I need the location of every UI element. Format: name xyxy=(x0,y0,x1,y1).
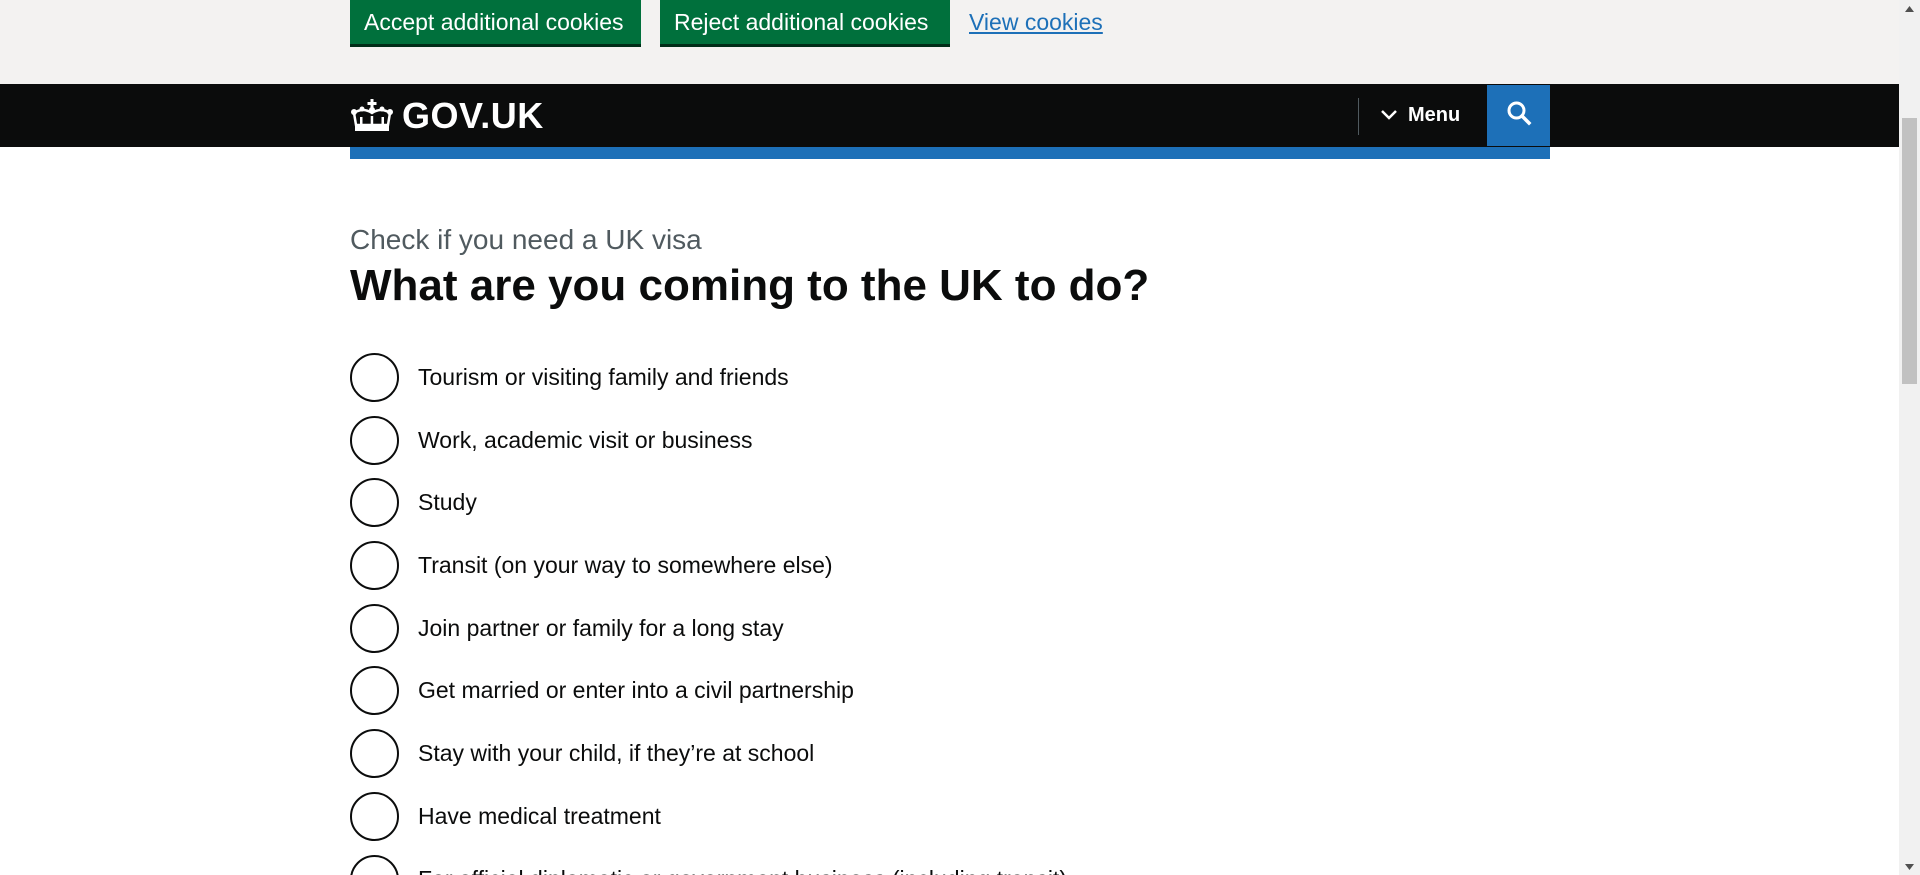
radio-button[interactable] xyxy=(350,478,399,528)
radio-button[interactable] xyxy=(350,353,399,402)
radio-button[interactable] xyxy=(350,603,399,653)
radio-label[interactable]: Transit (on your way to somewhere else) xyxy=(418,541,833,590)
reject-cookies-button[interactable]: Reject additional cookies xyxy=(660,0,950,44)
radio-label[interactable]: Join partner or family for a long stay xyxy=(418,604,784,653)
radio-label[interactable]: For official diplomatic or government bu… xyxy=(418,855,1067,875)
header-blue-bar xyxy=(350,147,1550,159)
radio-button[interactable] xyxy=(350,541,399,591)
radio-option[interactable]: Transit (on your way to somewhere else) xyxy=(350,541,1067,604)
radio-label[interactable]: Get married or enter into a civil partne… xyxy=(418,666,854,715)
search-icon xyxy=(1506,100,1532,131)
radio-button[interactable] xyxy=(350,854,399,875)
radio-option[interactable]: Join partner or family for a long stay xyxy=(350,603,1067,667)
radio-option[interactable]: Tourism or visiting family and friends xyxy=(350,353,1067,416)
scrollbar-thumb[interactable] xyxy=(1902,118,1917,384)
view-cookies-link[interactable]: View cookies xyxy=(969,0,1103,44)
page-caption: Check if you need a UK visa xyxy=(350,224,702,255)
menu-divider xyxy=(1358,98,1359,135)
purpose-radio-group: Tourism or visiting family and friends W… xyxy=(350,353,1067,875)
radio-button[interactable] xyxy=(350,729,399,779)
radio-option[interactable]: For official diplomatic or government bu… xyxy=(350,854,1067,875)
govuk-logo-link[interactable]: GOV.UK xyxy=(350,96,544,136)
scroll-up-arrow-icon[interactable] xyxy=(1899,0,1920,17)
radio-button[interactable] xyxy=(350,415,399,465)
radio-option[interactable]: Work, academic visit or business xyxy=(350,415,1067,479)
page: Accept additional cookies Reject additio… xyxy=(0,0,1920,875)
radio-option[interactable]: Stay with your child, if they’re at scho… xyxy=(350,729,1067,792)
search-button[interactable] xyxy=(1487,85,1550,146)
chevron-down-icon xyxy=(1380,104,1408,127)
scroll-down-arrow-icon[interactable] xyxy=(1899,858,1920,875)
radio-button[interactable] xyxy=(350,666,399,716)
menu-button[interactable]: Menu xyxy=(1380,84,1460,147)
cookie-banner: Accept additional cookies Reject additio… xyxy=(0,0,1899,84)
menu-label: Menu xyxy=(1408,104,1461,126)
site-header: GOV.UK Menu xyxy=(0,84,1899,147)
accept-cookies-button[interactable]: Accept additional cookies xyxy=(350,0,641,44)
radio-button[interactable] xyxy=(350,791,399,841)
page-scrollbar[interactable] xyxy=(1899,0,1920,875)
radio-label[interactable]: Study xyxy=(418,478,477,527)
radio-option[interactable]: Have medical treatment xyxy=(350,791,1067,855)
crown-icon xyxy=(350,99,394,133)
cookie-actions: Accept additional cookies Reject additio… xyxy=(350,0,1103,44)
radio-label[interactable]: Work, academic visit or business xyxy=(418,416,752,465)
logo-text: GOV.UK xyxy=(402,95,544,136)
page-title: What are you coming to the UK to do? xyxy=(350,261,1150,310)
radio-option[interactable]: Get married or enter into a civil partne… xyxy=(350,666,1067,729)
radio-label[interactable]: Have medical treatment xyxy=(418,792,661,841)
radio-label[interactable]: Tourism or visiting family and friends xyxy=(418,353,789,402)
radio-option[interactable]: Study xyxy=(350,478,1067,541)
radio-label[interactable]: Stay with your child, if they’re at scho… xyxy=(418,729,814,778)
